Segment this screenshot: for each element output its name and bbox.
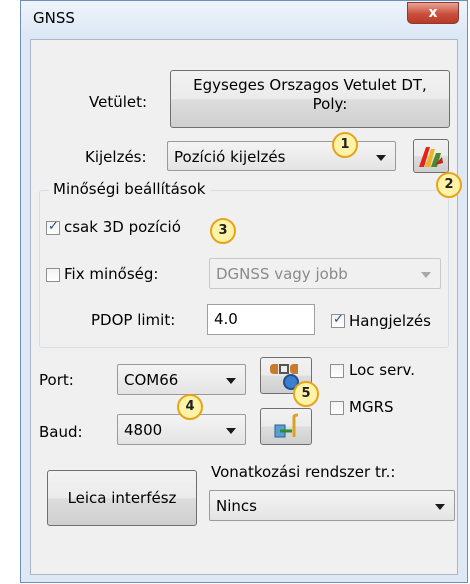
baud-select-value: 4800 — [124, 421, 163, 439]
sound-checkbox[interactable] — [331, 312, 345, 328]
annotation-badge-5: 5 — [293, 381, 319, 407]
mgrs-checkbox[interactable] — [330, 401, 344, 415]
loc-serv-checkbox[interactable] — [330, 364, 344, 378]
projection-value-line1: Egyseges Orszagos Vetulet DT, — [193, 76, 427, 94]
connect-icon — [274, 413, 299, 438]
projection-value-line2: Poly: — [312, 95, 348, 113]
quality-group-title: Minőségi beállítások — [49, 180, 210, 198]
annotation-badge-4: 4 — [177, 394, 203, 420]
display-select-value: Pozíció kijelzés — [174, 148, 286, 166]
fix-quality-checkbox[interactable] — [46, 268, 60, 282]
chevron-down-icon — [376, 155, 386, 161]
baud-select[interactable]: 4800 — [117, 414, 246, 445]
fix-quality-select-value: DGNSS vagy jobb — [216, 265, 348, 283]
only-3d-label: csak 3D pozíció — [64, 218, 181, 236]
chevron-down-icon — [435, 504, 445, 510]
leica-interface-button[interactable]: Leica interfész — [47, 470, 197, 526]
only-3d-checkbox[interactable] — [46, 219, 60, 235]
title-bar[interactable]: GNSS x — [21, 1, 467, 39]
port-select[interactable]: COM66 — [117, 364, 246, 395]
sound-label-clip: Hangjelzés — [349, 311, 453, 330]
mgrs-label: MGRS — [349, 398, 394, 416]
baud-label: Baud: — [39, 423, 83, 441]
gnss-window: GNSS x Vetület: Egyseges Orszagos Vetule… — [20, 0, 468, 583]
display-select[interactable]: Pozíció kijelzés — [167, 141, 396, 171]
chevron-down-icon — [226, 378, 236, 384]
annotation-badge-2: 2 — [436, 172, 462, 198]
display-label: Kijelzés: — [85, 148, 147, 166]
loc-serv-label: Loc serv. — [349, 361, 415, 379]
chevron-down-icon — [421, 272, 431, 278]
connect-button[interactable] — [260, 408, 312, 445]
projection-label: Vetület: — [89, 93, 148, 111]
display-layers-button[interactable] — [413, 139, 449, 173]
reference-label: Vonatkozási rendszer tr.: — [211, 463, 396, 481]
chevron-down-icon — [226, 428, 236, 434]
reference-select-value: Nincs — [216, 497, 257, 515]
port-select-value: COM66 — [124, 371, 179, 389]
pdop-input[interactable]: 4.0 — [207, 304, 315, 335]
window-title: GNSS — [33, 9, 75, 27]
close-button[interactable]: x — [407, 2, 459, 24]
map-layers-icon — [419, 147, 443, 167]
close-icon: x — [428, 5, 438, 21]
dialog-body: Vetület: Egyseges Orszagos Vetulet DT, P… — [30, 39, 462, 575]
pdop-label: PDOP limit: — [91, 311, 176, 329]
reference-select[interactable]: Nincs — [209, 490, 455, 521]
fix-quality-select[interactable]: DGNSS vagy jobb — [209, 258, 441, 289]
sound-label: Hangjelzés — [349, 312, 431, 330]
port-label: Port: — [39, 371, 74, 389]
fix-quality-label: Fix minőség: — [64, 265, 159, 283]
leica-interface-label: Leica interfész — [67, 489, 177, 507]
annotation-badge-3: 3 — [210, 218, 236, 244]
annotation-badge-1: 1 — [332, 132, 358, 158]
projection-button[interactable]: Egyseges Orszagos Vetulet DT, Poly: — [170, 70, 450, 128]
